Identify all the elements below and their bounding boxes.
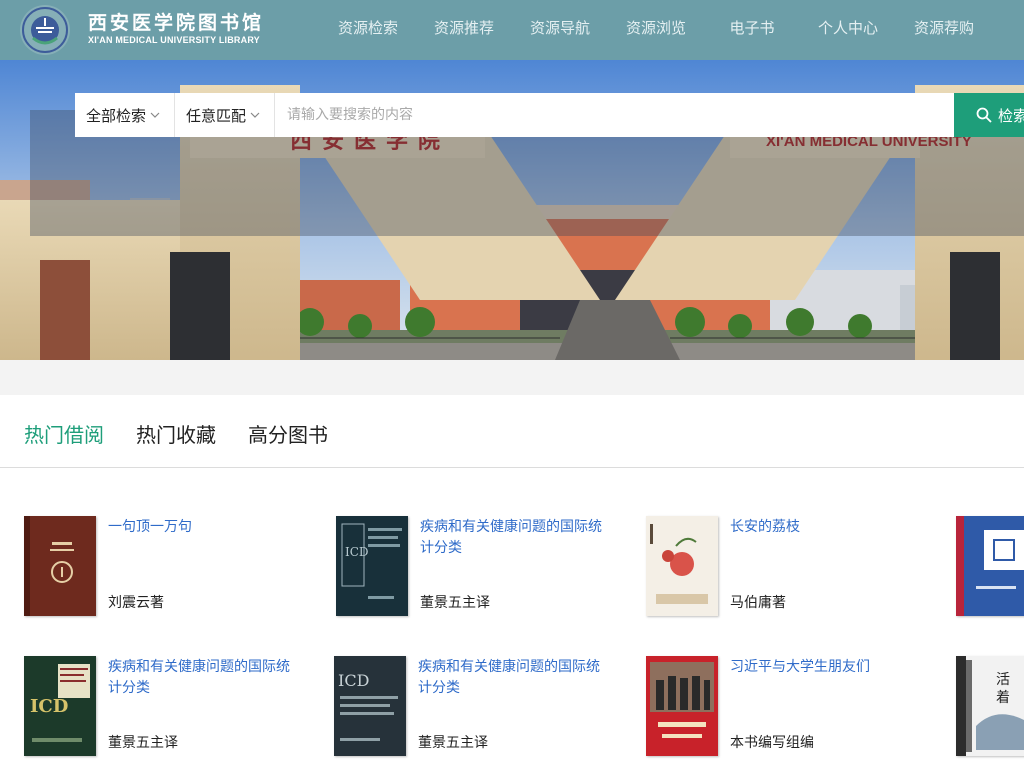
book-card[interactable]: 活 着 [956, 656, 1024, 756]
book-title[interactable]: 一句顶一万句 [108, 517, 298, 538]
book-card[interactable]: ICD 疾病和有关健康问题的国际统计分类 董景五主译 [24, 656, 314, 756]
search-button-label: 检索 [998, 106, 1024, 125]
tab-hot-borrowing[interactable]: 热门借阅 [24, 419, 104, 448]
book-card[interactable]: 一句顶一万句 刘震云著 [24, 516, 314, 616]
book-cover[interactable] [24, 516, 96, 616]
svg-text:活: 活 [996, 672, 1010, 688]
book-card[interactable]: 长安的荔枝 马伯庸著 [646, 516, 936, 616]
nav-item-resource-browse[interactable]: 资源浏览 [608, 0, 704, 60]
search-icon [976, 107, 992, 123]
book-cover[interactable] [646, 656, 718, 756]
book-title[interactable]: 习近平与大学生朋友们 [730, 657, 920, 678]
main-nav: 资源检索 资源推荐 资源导航 资源浏览 电子书 个人中心 资源荐购 [320, 0, 992, 60]
chevron-down-icon [250, 112, 260, 118]
search-bar: 全部检索 任意匹配 检索 [75, 93, 1024, 137]
book-author: 本书编写组编 [730, 735, 814, 751]
match-mode-value: 任意匹配 [186, 106, 247, 125]
book-author: 董景五主译 [108, 735, 178, 751]
tab-high-rated-books[interactable]: 高分图书 [248, 419, 328, 448]
nav-item-ebooks[interactable]: 电子书 [704, 0, 800, 60]
nav-item-resource-recommend[interactable]: 资源推荐 [416, 0, 512, 60]
book-title[interactable]: 长安的荔枝 [730, 517, 920, 538]
svg-text:ICD: ICD [345, 545, 369, 559]
book-title[interactable]: 疾病和有关健康问题的国际统计分类 [418, 657, 608, 699]
book-cover[interactable]: ICD [334, 656, 406, 756]
library-name: 西安医学院图书馆 [88, 12, 265, 34]
book-cover[interactable] [646, 516, 718, 616]
search-button[interactable]: 检索 [954, 93, 1024, 137]
book-author: 刘震云著 [108, 595, 164, 611]
book-cover[interactable] [956, 516, 1024, 616]
book-card[interactable]: ICD 疾病和有关健康问题的国际统计分类 董景五主译 [336, 516, 626, 616]
book-card[interactable]: ICD 疾病和有关健康问题的国际统计分类 董景五主译 [334, 656, 624, 756]
book-cover[interactable]: 活 着 [956, 656, 1024, 756]
library-name-block: 西安医学院图书馆 XI'AN MEDICAL UNIVERSITY LIBRAR… [88, 12, 264, 46]
svg-text:着: 着 [996, 690, 1010, 706]
svg-text:ICD: ICD [338, 671, 369, 690]
book-cover[interactable]: ICD [336, 516, 408, 616]
chevron-down-icon [150, 112, 160, 118]
tab-hot-collections[interactable]: 热门收藏 [136, 419, 216, 448]
section-divider-strip [0, 360, 1024, 395]
search-input[interactable] [275, 93, 954, 137]
top-header: 西安医学院图书馆 XI'AN MEDICAL UNIVERSITY LIBRAR… [0, 0, 1024, 60]
book-author: 马伯庸著 [730, 595, 786, 611]
nav-item-resource-navigation[interactable]: 资源导航 [512, 0, 608, 60]
book-author: 董景五主译 [420, 595, 490, 611]
nav-item-personal-center[interactable]: 个人中心 [800, 0, 896, 60]
nav-item-purchase-request[interactable]: 资源荐购 [896, 0, 992, 60]
library-logo-icon[interactable] [14, 4, 76, 56]
book-tabs: 热门借阅 热门收藏 高分图书 [0, 395, 1024, 468]
book-card[interactable] [956, 516, 1024, 616]
match-mode-dropdown[interactable]: 任意匹配 [175, 93, 275, 137]
nav-item-resource-search[interactable]: 资源检索 [320, 0, 416, 60]
book-title[interactable]: 疾病和有关健康问题的国际统计分类 [108, 657, 298, 699]
book-card[interactable]: 习近平与大学生朋友们 本书编写组编 [646, 656, 936, 756]
svg-text:ICD: ICD [30, 696, 68, 717]
book-cover[interactable]: ICD [24, 656, 96, 756]
book-title[interactable]: 疾病和有关健康问题的国际统计分类 [420, 517, 610, 559]
search-scope-value: 全部检索 [86, 106, 147, 125]
library-name-en: XI'AN MEDICAL UNIVERSITY LIBRARY [88, 35, 260, 45]
search-scope-dropdown[interactable]: 全部检索 [75, 93, 175, 137]
book-author: 董景五主译 [418, 735, 488, 751]
